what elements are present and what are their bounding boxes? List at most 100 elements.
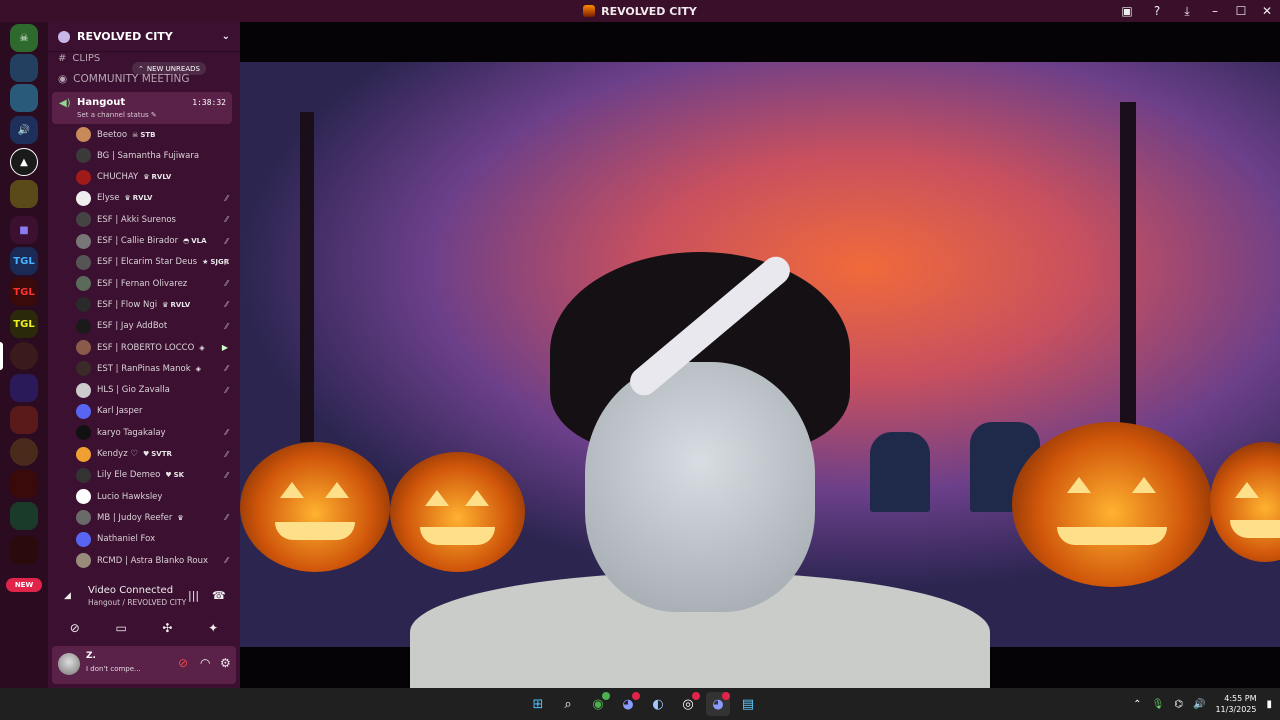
help-icon[interactable]: ? [1142,0,1172,22]
voice-connection-panel: ◢ Video Connected Hangout / REVOLVED CIT… [52,577,236,643]
member-name: ESF | Elcarim Star Deus [97,257,198,268]
voice-member[interactable]: MB | Judoy Reefer ♛ ⁄⁄ [76,508,232,527]
voice-status-subtitle[interactable]: Hangout / REVOLVED CITY [88,598,186,607]
channel-status-prompt[interactable]: Set a channel status ✎ [77,111,157,119]
chevron-up-icon[interactable]: ⌃ [1133,699,1141,710]
volume-icon[interactable]: 🔊 [1193,699,1205,710]
member-name: ESF | Flow Ngi [97,299,158,310]
member-tag-label: VLA [191,237,207,245]
server-icon-8[interactable] [10,374,38,402]
server-icon-13[interactable] [10,536,38,564]
server-icon-9[interactable] [10,406,38,434]
camera-off-icon[interactable]: ⊘ [70,621,80,635]
search-icon[interactable]: ⌕ [556,692,580,716]
settings-gear-icon[interactable]: ⚙ [220,656,231,670]
clock[interactable]: 4:55 PM 11/3/2025 [1215,693,1256,715]
app-icon[interactable]: ◎ [676,692,700,716]
taskbar-apps: ⊞ ⌕ ◉ ◕ ◐ ◎ ◕ ▤ [526,692,760,716]
voice-member[interactable]: Beetoo ☠ STB [76,125,232,144]
voice-member[interactable]: RCMD | Astra Blanko Roux ⁄⁄ [76,551,232,570]
voice-channel-hangout[interactable]: ◀) Hangout 1:38:32 Set a channel status … [52,92,232,124]
voice-member[interactable]: Elyse ♛ RVLV ⁄⁄ [76,189,232,208]
camera-video-feed[interactable] [240,62,1280,688]
soundboard-icon[interactable]: ✦ [208,621,218,635]
close-button[interactable]: ✕ [1254,0,1280,22]
discord-active-icon[interactable]: ◕ [706,692,730,716]
deafened-icon: ⁄⁄ [225,364,228,374]
server-icon-12[interactable] [10,502,38,530]
voice-member[interactable]: Lucio Hawksley [76,487,232,506]
mic-icon[interactable]: 🎙 [1152,699,1165,710]
channel-community-meeting[interactable]: ◉ COMMUNITY MEETING [58,73,190,85]
voice-member[interactable]: ESF | Fernan Olivarez ⁄⁄ [76,274,232,293]
server-tgl-blue[interactable]: TGL [10,247,38,275]
channel-clips[interactable]: # CLIPS [58,53,100,64]
avatar [76,553,91,568]
guild-header[interactable]: REVOLVED CITY ⌄ [48,22,240,52]
voice-member[interactable]: Nathaniel Fox [76,530,232,549]
server-tgl-red[interactable]: TGL [10,278,38,306]
headphones-icon[interactable]: ◠ [200,656,210,670]
server-tgl-yellow[interactable]: TGL [10,310,38,338]
server-icon-11[interactable] [10,470,38,498]
noise-suppression-icon[interactable]: ||| [188,589,199,602]
member-name: EST | RanPinas Manok [97,363,191,374]
server-icon-3[interactable] [10,84,38,112]
voice-member[interactable]: ESF | Flow Ngi ♛ RVLV ⁄⁄ [76,295,232,314]
notifications-icon[interactable]: ▮ [1266,699,1272,710]
steam-icon[interactable]: ◐ [646,692,670,716]
member-name: Lucio Hawksley [97,491,163,502]
discord-icon[interactable]: ◕ [616,692,640,716]
voice-member[interactable]: karyo Tagakalay ⁄⁄ [76,423,232,442]
activities-icon[interactable]: ✣ [162,621,172,635]
folder-icon[interactable]: ■ [10,216,38,244]
window-title: REVOLVED CITY [601,4,697,18]
avatar[interactable] [58,653,80,675]
voice-member[interactable]: HLS | Gio Zavalla ⁄⁄ [76,381,232,400]
new-unreads-label: NEW UNREADS [146,64,200,73]
voice-member[interactable]: ESF | ROBERTO LOCCO ◈ ▶ [76,338,232,357]
member-server-tag: ♛ [177,514,185,522]
voice-member[interactable]: ESF | Jay AddBot ⁄⁄ [76,317,232,336]
screen-share-icon[interactable]: ▭ [115,621,126,635]
inbox-icon[interactable]: ▣ [1112,0,1142,22]
voice-member[interactable]: ESF | Akki Surenos ⁄⁄ [76,210,232,229]
server-icon-10[interactable] [10,438,38,466]
voice-member[interactable]: CHUCHAY ♛ RVLV [76,168,232,187]
voice-member[interactable]: EST | RanPinas Manok ◈ ⁄⁄ [76,359,232,378]
jack-o-lantern [1210,442,1280,562]
server-icon-6[interactable] [10,180,38,208]
avatar [76,190,91,206]
member-server-tag: ♛ RVLV [124,194,152,202]
voice-member[interactable]: Karl Jasper [76,402,232,421]
voice-member[interactable]: Lily Ele Demeo ♥ SK ⁄⁄ [76,466,232,485]
server-icon-2[interactable] [10,54,38,82]
disconnect-icon[interactable]: ☎ [212,589,226,602]
server-revolved-city[interactable] [10,342,38,370]
chrome-icon[interactable]: ◉ [586,692,610,716]
network-icon[interactable]: ⌬ [1174,699,1183,710]
voice-member[interactable]: ESF | Callie Birador ◓ VLA ⁄⁄ [76,232,232,251]
jack-o-lantern [1012,422,1212,587]
webcam-person [410,250,990,688]
start-menu-icon[interactable]: ⊞ [526,692,550,716]
server-icon-1[interactable]: ☠ [10,24,38,52]
voice-member[interactable]: BG | Samantha Fujiwara [76,146,232,165]
member-name: Nathaniel Fox [97,534,156,545]
avatar [76,467,91,483]
maximize-button[interactable]: ☐ [1228,0,1254,22]
member-name: Kendyz ♡ [97,449,138,459]
member-name: Lily Ele Demeo [97,470,161,481]
member-server-tag: ◈ [199,344,206,352]
deafened-icon: ⁄⁄ [225,556,228,565]
minimize-button[interactable]: – [1202,0,1228,22]
mic-muted-icon[interactable]: ⊘ [178,656,188,670]
notepad-icon[interactable]: ▤ [736,692,760,716]
voice-member[interactable]: ESF | Elcarim Star Deus ★ SJGR ⁄⁄ [76,253,232,272]
voice-member[interactable]: Kendyz ♡ ♥ SVTR ⁄⁄ [76,445,232,464]
server-icon-5[interactable]: ▲ [10,148,38,176]
server-icon-4[interactable]: 🔊 [10,116,38,144]
trophy-icon: ♛ [124,194,131,203]
download-icon[interactable]: ⤓ [1172,0,1202,22]
tree-trunk-left [300,112,314,442]
